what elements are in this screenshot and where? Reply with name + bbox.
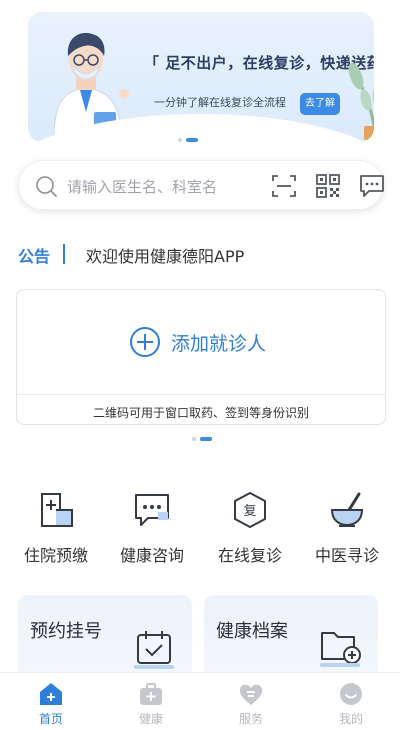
- mortar-pestle-icon: [330, 492, 364, 527]
- tab-profile[interactable]: 我的: [321, 681, 381, 727]
- message-icon[interactable]: [359, 174, 385, 198]
- qr-code-icon[interactable]: [315, 173, 341, 199]
- pager-dot: [192, 437, 196, 441]
- add-patient-label: 添加就诊人: [171, 332, 267, 355]
- tab-label: 我的: [338, 712, 363, 726]
- search-input[interactable]: 请输入医生名、科室名: [67, 176, 217, 197]
- svg-text:复: 复: [243, 504, 256, 519]
- plant-illustration-icon: [348, 62, 374, 140]
- profile-icon: [340, 683, 362, 705]
- feature-title: 健康档案: [216, 621, 288, 642]
- card-divider: [17, 394, 385, 395]
- service-health-consult[interactable]: 健康咨询: [107, 490, 197, 566]
- qr-usage-note: 二维码可用于窗口取药、签到等身份识别: [92, 406, 309, 420]
- search-bar[interactable]: 请输入医生名、科室名: [18, 160, 384, 210]
- service-label: 在线复诊: [217, 546, 282, 565]
- add-patient-button[interactable]: 添加就诊人: [129, 326, 266, 358]
- home-icon: [40, 683, 62, 705]
- service-label: 住院预缴: [23, 546, 88, 565]
- chat-consult-icon: [135, 494, 169, 526]
- medkit-icon: [140, 683, 162, 705]
- card-pager: [192, 437, 212, 441]
- folder-add-icon: [320, 632, 361, 667]
- calendar-check-icon: [134, 631, 174, 669]
- bottom-tab-bar: 首页 健康 服务 我的: [0, 672, 400, 730]
- banner-learn-button[interactable]: 去了解: [300, 93, 340, 115]
- tab-label: 服务: [238, 712, 263, 726]
- tab-service[interactable]: 服务: [221, 681, 281, 727]
- banner-pager: [178, 138, 198, 142]
- tab-home[interactable]: 首页: [21, 681, 81, 727]
- search-icon: [36, 176, 57, 197]
- pager-dot-active: [200, 437, 212, 441]
- notice-text[interactable]: 欢迎使用健康德阳APP: [86, 243, 244, 267]
- pager-dot-active: [186, 138, 198, 142]
- feature-title: 预约挂号: [30, 621, 102, 642]
- service-label: 中医寻诊: [314, 546, 379, 565]
- revisit-hexagon-icon: 复: [234, 492, 266, 528]
- tab-label: 健康: [138, 712, 163, 726]
- pager-dot: [178, 138, 182, 142]
- heart-service-icon: [239, 684, 263, 705]
- service-label: 健康咨询: [119, 546, 184, 565]
- tab-health[interactable]: 健康: [121, 681, 181, 727]
- scan-icon[interactable]: [271, 173, 297, 199]
- service-tcm-consult[interactable]: 中医寻诊: [302, 490, 392, 566]
- tab-label: 首页: [38, 712, 63, 726]
- notice-label: 公告: [18, 247, 51, 266]
- service-online-revisit[interactable]: 复 在线复诊: [205, 490, 295, 566]
- hospital-prepay-icon: [41, 493, 73, 527]
- add-circle-icon: [130, 327, 160, 357]
- banner-title: 「 足不出户，在线复诊，快递送药 」: [144, 54, 374, 72]
- notice-divider: [63, 244, 65, 264]
- banner-subtitle: 一分钟了解在线复诊全流程: [154, 96, 286, 109]
- patient-card: 添加就诊人 二维码可用于窗口取药、签到等身份识别: [16, 289, 386, 425]
- promo-banner[interactable]: 「 足不出户，在线复诊，快递送药 」 一分钟了解在线复诊全流程 去了解: [28, 12, 374, 142]
- service-hospital-prepay[interactable]: 住院预缴: [11, 490, 101, 566]
